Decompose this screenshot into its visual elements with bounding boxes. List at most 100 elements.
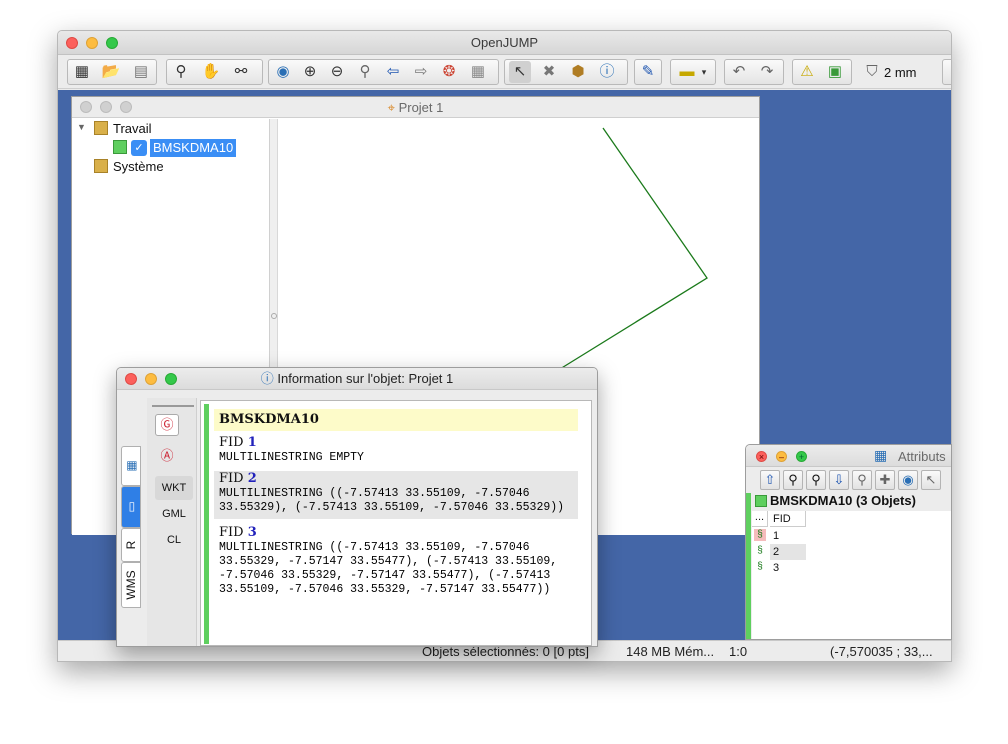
move-up-icon[interactable]: ⇧ <box>760 470 780 490</box>
table-row[interactable]: 1 <box>770 528 806 544</box>
attr-zoom-icon[interactable]: + <box>796 451 807 462</box>
pan-to-icon[interactable]: ✚ <box>875 470 895 490</box>
info-title: Information sur l'objet: Projet 1 <box>277 371 454 386</box>
column-header-fid[interactable]: FID <box>770 511 806 527</box>
extra-toolbar-group <box>942 59 951 85</box>
project-titlebar: ⌖ Projet 1 <box>72 97 759 118</box>
zoom-to-feature-icon[interactable]: ⚲ <box>806 470 826 490</box>
folder-icon <box>94 159 108 173</box>
table-icon: ▦ <box>874 447 888 463</box>
zoom-pan-icon[interactable]: ⚯ <box>230 61 252 83</box>
status-coordinates: (-7,570035 ; 33,... <box>830 644 933 659</box>
expand-arrow-icon[interactable]: ▼ <box>77 122 86 132</box>
minimize-window-button[interactable] <box>86 37 98 49</box>
undo-icon[interactable]: ↶ <box>728 61 750 83</box>
tree-category-systeme[interactable]: Système <box>113 159 164 174</box>
layer-color-swatch <box>113 140 127 154</box>
zoom-fence-icon[interactable]: ⚲ <box>354 61 376 83</box>
attributes-table: ... FID § 1 § 2 § 3 <box>752 511 951 639</box>
attr-close-icon[interactable]: × <box>756 451 767 462</box>
format-gml[interactable]: GML <box>155 502 193 526</box>
linestring-row-icon: § <box>757 545 763 556</box>
info-close-button[interactable] <box>125 373 137 385</box>
folder-icon <box>94 121 108 135</box>
project-minimize-button[interactable] <box>100 101 112 113</box>
search-icon[interactable]: ⚲ <box>852 470 872 490</box>
layer-color-swatch <box>755 495 767 507</box>
fid-value: 2 <box>247 471 257 486</box>
status-memory: 148 MB Mém... <box>626 644 715 659</box>
info-titlebar: ⓘ Information sur l'objet: Projet 1 <box>117 368 597 390</box>
pan-hand-icon[interactable]: ✋ <box>200 61 222 83</box>
project-title: Projet 1 <box>398 100 444 115</box>
tab-table-view[interactable]: ▦ <box>121 446 141 486</box>
new-project-icon[interactable]: ▦ <box>71 61 93 83</box>
project-close-button[interactable] <box>80 101 92 113</box>
layer-status-icon[interactable]: ▣ <box>824 61 846 83</box>
feature-box-icon[interactable]: ⬢ <box>567 61 589 83</box>
delete-feature-icon[interactable]: ✖ <box>538 61 560 83</box>
tab-r-label: R <box>124 540 138 550</box>
main-toolbar: ▦ 📂 ▤ ⚲ ✋ ⚯ ◉ ⊕ ⊖ ⚲ ⇦ ⇨ ❂ ▦ ↖ ✖ ⬢ ⓘ ✎ ▬ … <box>58 56 951 89</box>
feature-wkt: MULTILINESTRING ((-7.57413 33.55109, -7.… <box>219 487 565 514</box>
tab-wms[interactable]: WMS <box>121 562 141 608</box>
zoom-to-selected-icon[interactable]: ⚲ <box>783 470 803 490</box>
linestring-row-icon: § <box>754 529 766 541</box>
table-row[interactable]: 2 <box>770 544 806 560</box>
tab-r[interactable]: R <box>121 528 141 562</box>
format-wkt[interactable]: WKT <box>155 476 193 500</box>
page-icon: ▭ <box>124 501 138 513</box>
table-row[interactable]: 3 <box>770 560 806 576</box>
zoom-icon[interactable]: ⚲ <box>170 61 192 83</box>
app-title: OpenJUMP <box>470 35 539 50</box>
chevron-down-icon[interactable]: ▾ <box>698 61 710 83</box>
grid-icon[interactable]: ▦ <box>467 61 489 83</box>
info-minimize-button[interactable] <box>145 373 157 385</box>
open-folder-icon[interactable]: 📂 <box>100 61 122 83</box>
attributes-layer-header: BMSKDMA10 (3 Objets) <box>770 493 916 508</box>
fid-value: 3 <box>247 525 257 540</box>
panel-grip[interactable] <box>152 405 194 407</box>
map-linestring[interactable] <box>559 127 708 370</box>
project-zoom-button[interactable] <box>120 101 132 113</box>
tab-wms-label: WMS <box>124 570 138 600</box>
layer-visibility-checkbox[interactable]: ✓ <box>131 140 147 156</box>
info-layer-header: BMSKDMA10 <box>214 409 578 431</box>
ruler-icon[interactable]: ▬ <box>676 61 698 83</box>
zoom-full-extent-icon[interactable]: ◉ <box>272 61 294 83</box>
app-titlebar: OpenJUMP <box>58 31 951 55</box>
zoom-realtime-icon[interactable]: ❂ <box>438 61 460 83</box>
attribute-a-icon[interactable]: Ⓐ <box>155 446 179 468</box>
format-cl[interactable]: CL <box>155 528 193 552</box>
close-window-button[interactable] <box>66 37 78 49</box>
redo-icon[interactable]: ↷ <box>756 61 778 83</box>
select-cursor-icon[interactable]: ↖ <box>921 470 941 490</box>
fid-label: FID <box>219 471 244 486</box>
move-down-icon[interactable]: ⇩ <box>829 470 849 490</box>
zoom-window-button[interactable] <box>106 37 118 49</box>
layer-color-bar <box>204 404 209 644</box>
feature-wkt: MULTILINESTRING ((-7.57413 33.55109, -7.… <box>219 541 558 596</box>
tree-category-travail[interactable]: Travail <box>113 121 152 136</box>
tree-layer-bmskdma10[interactable]: BMSKDMA10 <box>150 139 237 157</box>
warning-icon[interactable]: ⚠ <box>796 61 818 83</box>
info-zoom-button[interactable] <box>165 373 177 385</box>
layer-color-bar <box>746 493 751 639</box>
splitter-handle-icon[interactable] <box>271 313 277 319</box>
zoom-layer-icon[interactable]: ⊕ <box>299 61 321 83</box>
select-cursor-icon[interactable]: ↖ <box>509 61 531 83</box>
edit-pencil-icon[interactable]: ✎ <box>637 61 659 83</box>
info-icon[interactable]: ⓘ <box>596 61 618 83</box>
feature-wkt: MULTILINESTRING EMPTY <box>219 451 364 464</box>
zoom-selected-icon[interactable]: ⊖ <box>326 61 348 83</box>
table-corner: ... <box>752 511 768 527</box>
zoom-previous-icon[interactable]: ⇦ <box>382 61 404 83</box>
globe-icon[interactable]: ◉ <box>898 470 918 490</box>
zoom-next-icon[interactable]: ⇨ <box>410 61 432 83</box>
info-content: BMSKDMA10 FID 1 MULTILINESTRING EMPTY FI… <box>200 400 592 646</box>
tab-html-view[interactable]: ▭ <box>121 486 141 528</box>
save-icon[interactable]: ▤ <box>130 61 152 83</box>
attr-minimize-icon[interactable]: – <box>776 451 787 462</box>
geometry-g-icon[interactable]: Ⓖ <box>155 414 179 436</box>
feature-1-block: FID 1 MULTILINESTRING EMPTY <box>214 435 578 465</box>
